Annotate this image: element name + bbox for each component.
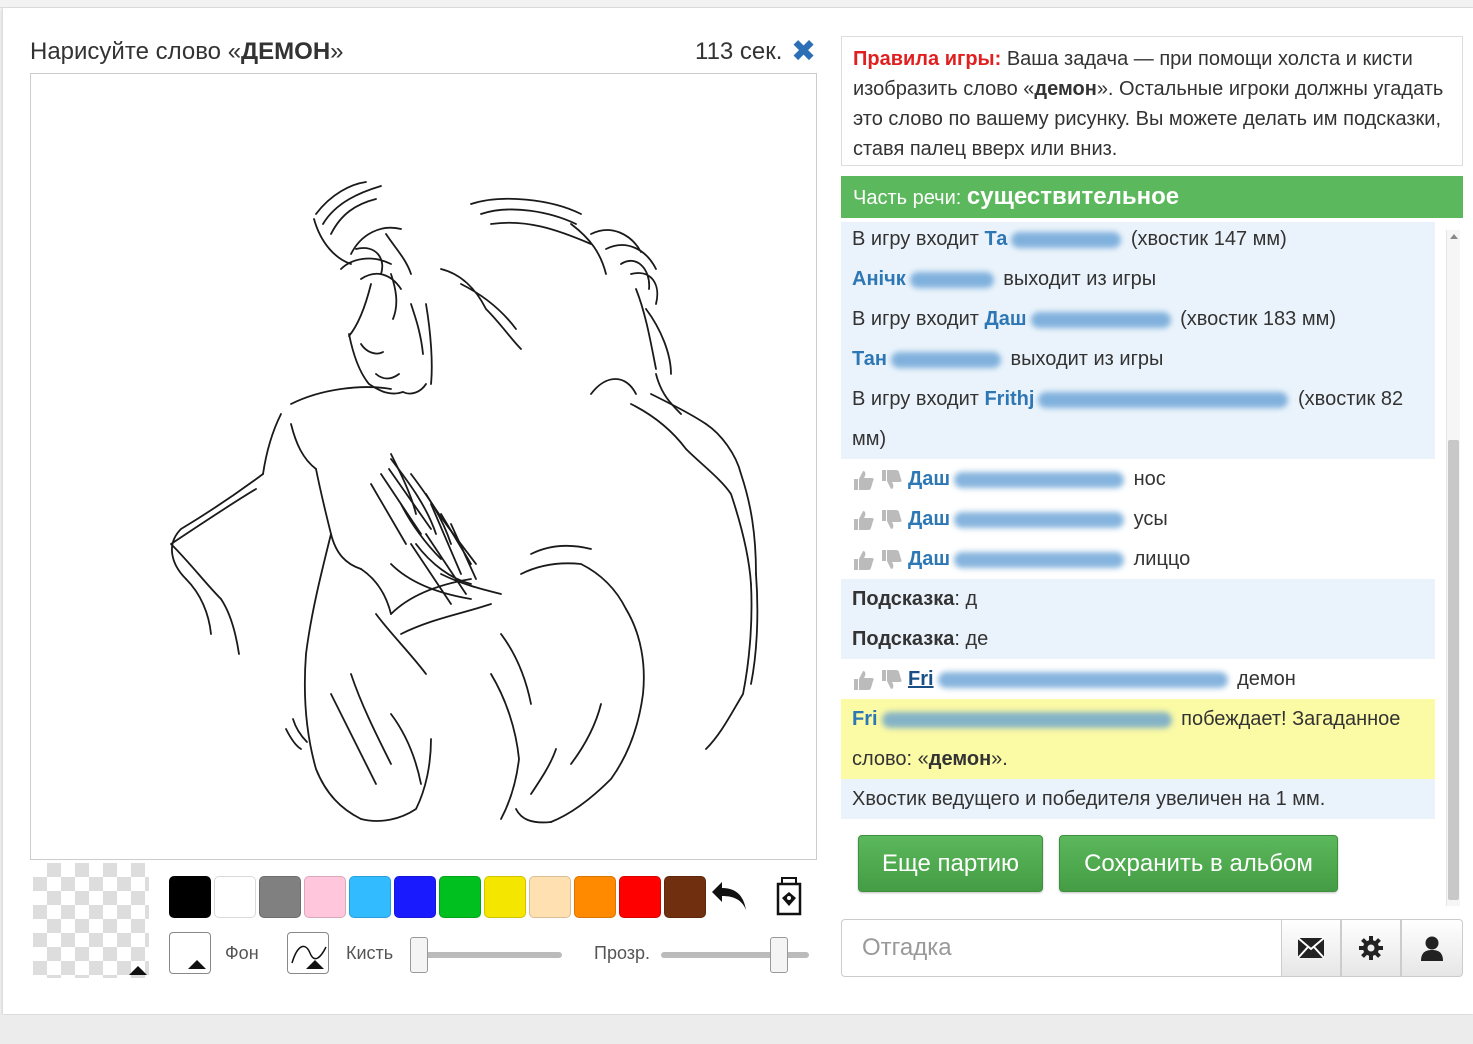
chat-message: Анічк выходит из игры: [841, 259, 1435, 299]
scrollbar-thumb[interactable]: [1448, 440, 1459, 900]
win-message: Fri побеждает! Загаданное слово: «демон»…: [841, 699, 1435, 779]
rules-word: демон: [1034, 78, 1097, 100]
player-nick[interactable]: Анічк: [852, 268, 906, 290]
player-nick[interactable]: Fri: [908, 668, 934, 690]
brush-size-slider-track[interactable]: [420, 952, 562, 958]
gear-icon: [1359, 936, 1383, 960]
color-swatch[interactable]: [349, 876, 391, 918]
thumbs-down-icon[interactable]: [880, 509, 904, 531]
part-of-speech-bar: Часть речи: существительное: [841, 176, 1463, 218]
messages-button[interactable]: [1281, 919, 1341, 977]
word-to-draw: ДЕМОН: [241, 38, 331, 65]
chat-log: В игру входит Та (хвостик 147 мм) Анічк …: [841, 222, 1463, 908]
brush-label: Кисть: [346, 943, 394, 963]
thumbs-up-icon[interactable]: [852, 469, 876, 491]
chat-message: В игру входит Та (хвостик 147 мм): [841, 222, 1435, 259]
background-color-picker[interactable]: [169, 932, 211, 974]
brush-type-picker[interactable]: [287, 932, 329, 974]
guess-text: лиццо: [1133, 548, 1191, 570]
guess-message: Даш нос: [841, 459, 1435, 499]
color-swatch[interactable]: [169, 876, 211, 918]
thumbs-down-icon[interactable]: [880, 469, 904, 491]
top-strip: [0, 0, 1473, 8]
guess-input[interactable]: [841, 919, 1282, 977]
color-swatch[interactable]: [664, 876, 706, 918]
settings-button[interactable]: [1341, 919, 1401, 977]
color-swatch[interactable]: [394, 876, 436, 918]
thumbs-up-icon[interactable]: [852, 509, 876, 531]
color-swatch[interactable]: [484, 876, 526, 918]
color-swatch[interactable]: [439, 876, 481, 918]
thumbs-up-icon[interactable]: [852, 669, 876, 691]
chat-message: В игру входит Frithj (хвостик 82 мм): [841, 379, 1435, 459]
color-swatch[interactable]: [214, 876, 256, 918]
opacity-label: Прозр.: [594, 943, 651, 963]
opacity-slider-thumb[interactable]: [770, 937, 789, 973]
color-swatch[interactable]: [619, 876, 661, 918]
bottom-strip: [0, 1015, 1473, 1044]
player-nick[interactable]: Frithj: [984, 388, 1034, 410]
part-of-speech-value: существительное: [966, 183, 1180, 210]
brush-preview[interactable]: [33, 863, 149, 978]
thumbs-down-icon[interactable]: [880, 549, 904, 571]
preview-arrow-icon: [129, 966, 147, 975]
color-palette: [169, 876, 706, 918]
game-rules: Правила игры: Ваша задача — при помощи х…: [841, 36, 1463, 166]
player-nick[interactable]: Даш: [908, 468, 950, 490]
dropdown-arrow-icon: [306, 960, 324, 969]
tail-info-message: Хвостик ведущего и победителя увеличен н…: [841, 779, 1435, 819]
scroll-up-icon[interactable]: [1450, 234, 1458, 239]
color-swatch[interactable]: [259, 876, 301, 918]
color-swatch[interactable]: [304, 876, 346, 918]
rules-label: Правила игры:: [853, 48, 1002, 70]
clear-canvas-icon[interactable]: [770, 874, 806, 918]
envelope-icon: [1297, 937, 1325, 959]
save-to-album-button[interactable]: Сохранить в альбом: [1059, 835, 1338, 892]
undo-icon[interactable]: [708, 876, 752, 916]
guess-text: нос: [1133, 468, 1166, 490]
player-nick[interactable]: Даш: [908, 508, 950, 530]
player-nick[interactable]: Fri: [852, 708, 878, 730]
thumbs-up-icon[interactable]: [852, 549, 876, 571]
brush-size-slider-thumb[interactable]: [410, 937, 428, 973]
background-label: Фон: [225, 943, 259, 963]
chat-scrollbar[interactable]: [1446, 230, 1460, 906]
hint-message: Подсказка: д: [841, 579, 1435, 619]
player-nick[interactable]: Та: [984, 228, 1007, 250]
color-swatch[interactable]: [574, 876, 616, 918]
thumbs-down-icon[interactable]: [880, 669, 904, 691]
guess-text: демон: [1237, 668, 1296, 690]
guess-message: Fri демон: [841, 659, 1435, 699]
guess-message: Даш усы: [841, 499, 1435, 539]
player-nick[interactable]: Даш: [984, 308, 1026, 330]
player-nick[interactable]: Тан: [852, 348, 887, 370]
dropdown-arrow-icon: [188, 960, 206, 969]
chat-message: Тан выходит из игры: [841, 339, 1435, 379]
timer: 113 сек.: [695, 38, 783, 65]
guess-text: усы: [1133, 508, 1168, 530]
user-icon: [1421, 936, 1443, 961]
close-icon[interactable]: ✖: [791, 37, 817, 67]
chat-message: В игру входит Даш (хвостик 183 мм): [841, 299, 1435, 339]
hint-message: Подсказка: де: [841, 619, 1435, 659]
color-swatch[interactable]: [529, 876, 571, 918]
profile-button[interactable]: [1401, 919, 1463, 977]
player-nick[interactable]: Даш: [908, 548, 950, 570]
draw-word-title: Нарисуйте слово «ДЕМОН»: [30, 38, 344, 65]
sketch-drawing: [170, 181, 759, 824]
guess-message: Даш лиццо: [841, 539, 1435, 579]
drawing-canvas[interactable]: [30, 73, 817, 860]
play-again-button[interactable]: Еще партию: [858, 835, 1043, 892]
